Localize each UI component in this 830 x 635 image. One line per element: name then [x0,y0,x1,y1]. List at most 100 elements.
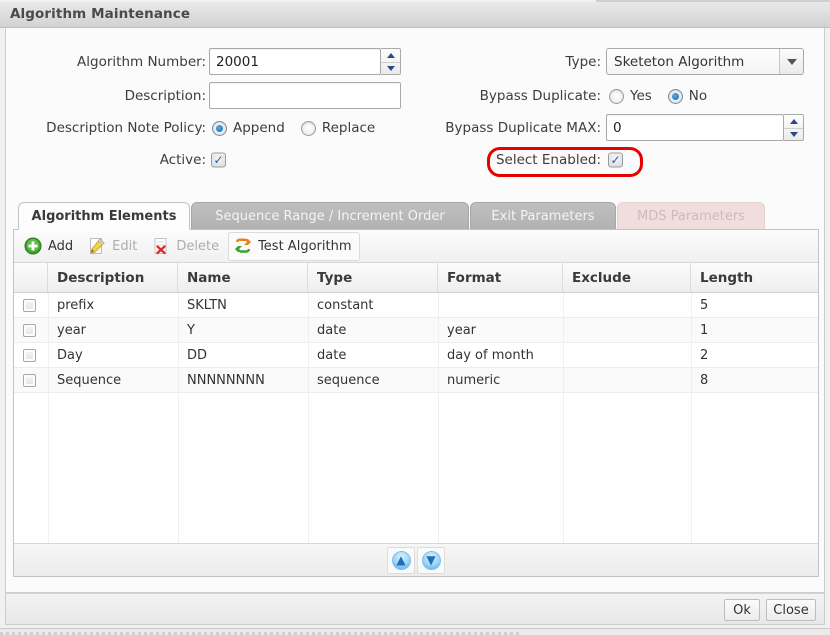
tab-sequence-range-increment-order[interactable]: Sequence Range / Increment Order [191,202,469,230]
radio-bypass-yes-dot [609,88,624,104]
column-divider [438,293,439,543]
radio-replace[interactable]: Replace [300,120,376,136]
row-select-cell[interactable] [14,368,48,392]
select-enabled-checkbox[interactable]: ✓ [608,152,623,168]
cell-type: sequence [317,372,380,388]
dialog-body: Algorithm Number: 20001 Description: Des… [5,28,825,593]
field-active: Active: [6,146,206,173]
reorder-toolbar: ▲ ▼ [14,543,818,576]
tab-sequence-range-label: Sequence Range / Increment Order [215,208,445,224]
close-button[interactable]: Close [766,599,816,621]
cell-format: day of month [447,347,534,363]
algorithm-elements-panel: Add Edit Delete Test Algorithm Descripti… [13,229,819,577]
table-row[interactable]: Day DD date day of month 2 [14,343,818,368]
column-header-name[interactable]: Name [178,263,308,292]
bypass-duplicate-max-stepper[interactable] [784,114,804,141]
cell-exclude [563,293,691,317]
dialog-footer: Ok Close [5,593,825,625]
cell-name: DD [187,347,208,363]
window-titlebar: Algorithm Maintenance [0,2,830,28]
row-select-cell[interactable] [14,318,48,342]
arrow-down-icon: ▼ [421,550,441,570]
table-row[interactable]: prefix SKLTN constant 5 [14,293,818,318]
column-header-description[interactable]: Description [48,263,178,292]
table-header-row: Description Name Type Format Exclude Len… [14,263,818,293]
delete-button: Delete [146,232,228,261]
algorithm-maintenance-window: Algorithm Maintenance Algorithm Number: … [0,0,830,635]
active-checkbox[interactable]: ✓ [211,152,226,168]
cell-exclude [563,343,691,367]
field-type: Type: [386,48,601,75]
tab-bar: Algorithm Elements Sequence Range / Incr… [13,202,819,230]
radio-append-dot [212,120,227,136]
type-select-value: Sketeton Algorithm [614,54,745,70]
test-algorithm-button[interactable]: Test Algorithm [228,231,361,261]
column-divider [178,293,179,543]
tab-algorithm-elements-label: Algorithm Elements [31,208,177,224]
bypass-duplicate-radiogroup: Yes No [609,88,723,104]
radio-replace-label: Replace [321,120,376,136]
cell-type: date [317,347,347,363]
tab-mds-parameters-label: MDS Parameters [636,208,746,224]
column-header-exclude[interactable]: Exclude [563,263,691,292]
field-bypass-duplicate: Bypass Duplicate: [386,82,601,109]
tab-exit-parameters[interactable]: Exit Parameters [470,202,616,230]
radio-bypass-yes[interactable]: Yes [609,88,652,104]
description-input[interactable] [209,82,401,109]
bypass-max-stepper-down[interactable] [784,128,803,140]
radio-bypass-yes-label: Yes [630,88,652,104]
move-up-button[interactable]: ▲ [387,546,415,574]
type-select[interactable]: Sketeton Algorithm [606,48,804,75]
row-checkbox[interactable] [23,298,36,312]
description-note-policy-label: Description Note Policy: [46,119,206,136]
row-checkbox[interactable] [23,348,36,362]
pencil-icon [87,236,107,256]
row-select-cell[interactable] [14,343,48,367]
checkmark-icon: ✓ [610,152,621,167]
algorithm-form: Algorithm Number: 20001 Description: Des… [6,28,826,193]
cell-name: Y [187,322,195,338]
algorithm-number-input[interactable]: 20001 [209,48,381,75]
type-select-arrow[interactable] [779,49,803,74]
cell-name: NNNNNNNN [187,372,265,388]
table-row[interactable]: Sequence NNNNNNNN sequence numeric 8 [14,368,818,393]
field-description-note-policy: Description Note Policy: [6,114,206,141]
cell-exclude [563,368,691,392]
tab-algorithm-elements[interactable]: Algorithm Elements [18,202,190,230]
radio-bypass-no-dot [667,88,683,104]
cell-name: SKLTN [187,297,227,313]
bypass-duplicate-label: Bypass Duplicate: [479,87,601,104]
bypass-duplicate-max-input[interactable]: 0 [606,114,784,141]
cell-length: 8 [700,372,709,388]
column-divider [563,293,564,543]
cell-format: year [447,322,477,338]
row-select-cell[interactable] [14,293,48,317]
row-checkbox[interactable] [23,373,36,387]
radio-append-label: Append [233,120,285,136]
move-down-button[interactable]: ▼ [417,546,445,574]
radio-replace-dot [300,120,316,136]
edit-button-label: Edit [112,238,138,254]
add-button-label: Add [48,238,74,254]
add-button[interactable]: Add [18,232,82,261]
column-header-length[interactable]: Length [691,263,818,292]
cell-length: 1 [700,322,709,338]
table-row[interactable]: year Y date year 1 [14,318,818,343]
radio-bypass-no[interactable]: No [667,88,707,104]
row-checkbox[interactable] [23,323,36,337]
algorithm-elements-table: Description Name Type Format Exclude Len… [14,263,818,543]
edit-button: Edit [82,232,146,261]
active-label: Active: [159,151,206,168]
column-header-type[interactable]: Type [308,263,438,292]
bypass-max-stepper-up[interactable] [784,115,803,128]
radio-append[interactable]: Append [212,120,285,136]
column-header-format[interactable]: Format [438,263,563,292]
field-bypass-duplicate-max: Bypass Duplicate MAX: [386,114,601,141]
column-divider [691,293,692,543]
tab-exit-parameters-label: Exit Parameters [491,208,595,224]
chevron-down-icon [789,132,798,137]
plus-circle-icon [23,236,43,256]
cell-type: date [317,322,347,338]
column-divider [48,293,49,543]
ok-button[interactable]: Ok [724,599,760,621]
